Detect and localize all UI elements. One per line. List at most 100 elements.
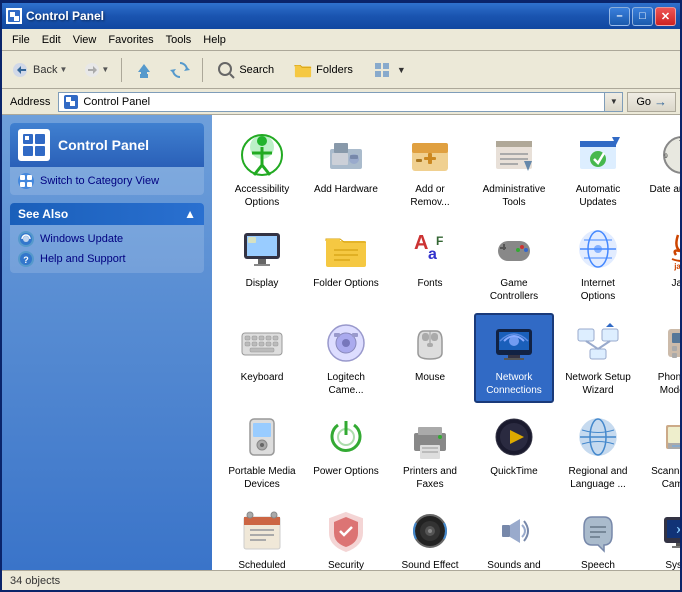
icon-label-logitech: Logitech Came... [312,371,380,397]
svg-text:java: java [673,262,680,271]
scheduledtasks-icon [238,507,286,555]
icon-item-quicktime[interactable]: QuickTime [474,407,554,497]
sidebar-seealso-title: See Also [18,207,68,221]
menu-favorites[interactable]: Favorites [102,32,159,48]
svg-text:A: A [414,232,428,254]
back-label: Back [33,64,57,76]
icon-item-speech[interactable]: Speech [558,501,638,570]
menu-edit[interactable]: Edit [36,32,67,48]
back-button[interactable]: Back ▼ [6,56,74,84]
forward-button[interactable]: ▼ [76,56,116,84]
icon-item-system[interactable]: XP System [642,501,680,570]
sounds-icon [490,507,538,555]
icon-item-portablemedia[interactable]: Portable Media Devices [222,407,302,497]
folders-icon [294,61,312,79]
main-area: Control Panel Switch to Category Vi [2,115,680,570]
up-button[interactable] [127,56,161,84]
icon-label-autoupdate: Automatic Updates [564,183,632,209]
close-button[interactable]: ✕ [655,7,676,26]
windows-update-link[interactable]: Windows Update [18,231,196,247]
go-label: Go [636,96,651,108]
hardware-icon [322,131,370,179]
windows-update-label: Windows Update [40,233,123,245]
icon-item-networksetup[interactable]: Network Setup Wizard [558,313,638,403]
icon-item-accessibility[interactable]: Accessibility Options [222,125,302,215]
icon-label-speech: Speech [581,559,615,570]
icon-item-gamecontrollers[interactable]: Game Controllers [474,219,554,309]
icon-item-fonts[interactable]: A a F Fonts [390,219,470,309]
icon-item-keyboard[interactable]: Keyboard [222,313,302,403]
logitech-icon [322,319,370,367]
icon-item-folderoptions[interactable]: Folder Options [306,219,386,309]
menu-bar: File Edit View Favorites Tools Help [2,29,680,51]
icon-label-folderoptions: Folder Options [313,277,379,290]
views-button[interactable]: ▼ [364,56,415,84]
icon-item-autoupdate[interactable]: Automatic Updates [558,125,638,215]
icon-label-phonemodem: Phone and Modem ... [648,371,680,397]
autoupdate-icon [574,131,622,179]
icon-label-fonts: Fonts [417,277,442,290]
icon-item-mouse[interactable]: Mouse [390,313,470,403]
icon-item-datetime[interactable]: 12 3 6 9 Date and Time [642,125,680,215]
icon-item-scanners[interactable]: Scanners and Cameras [642,407,680,497]
address-dropdown-button[interactable]: ▼ [605,92,623,112]
icon-item-scheduledtasks[interactable]: Scheduled Tasks [222,501,302,570]
sidebar-seealso-section: See Also ▲ Windows Update [10,203,204,273]
menu-file[interactable]: File [6,32,36,48]
menu-view[interactable]: View [67,32,103,48]
icon-item-soundeffect[interactable]: Sound Effect Manager [390,501,470,570]
accessibility-icon [238,131,286,179]
icon-item-sounds[interactable]: Sounds and Audio Devices [474,501,554,570]
icon-label-accessibility: Accessibility Options [228,183,296,209]
search-button[interactable]: Search [208,56,283,84]
icon-item-logitech[interactable]: Logitech Came... [306,313,386,403]
fonts-icon: A a F [406,225,454,273]
window-controls: – □ ✕ [609,7,676,26]
icon-item-phonemodem[interactable]: Phone and Modem ... [642,313,680,403]
display-icon [238,225,286,273]
refresh-button[interactable] [163,56,197,84]
icon-item-display[interactable]: Display [222,219,302,309]
menu-help[interactable]: Help [197,32,232,48]
address-input[interactable]: Control Panel [58,92,605,112]
gamecontrollers-icon [490,225,538,273]
icon-label-networksetup: Network Setup Wizard [564,371,632,397]
poweroptions-icon [322,413,370,461]
icon-label-portablemedia: Portable Media Devices [228,465,296,491]
icon-item-internetoptions[interactable]: Internet Options [558,219,638,309]
icon-item-regional[interactable]: Regional and Language ... [558,407,638,497]
sidebar-seealso-chevron: ▲ [184,207,196,221]
views-icon [373,61,393,79]
window-icon [6,8,22,24]
icon-item-admintools[interactable]: Administrative Tools [474,125,554,215]
switch-category-link[interactable]: Switch to Category View [18,173,196,189]
icon-item-java[interactable]: java Java [642,219,680,309]
icon-item-securitycenter[interactable]: Security Center [306,501,386,570]
icon-item-networkconn[interactable]: Network Connections [474,313,554,403]
folders-button[interactable]: Folders [285,56,362,84]
search-icon [217,61,235,79]
icon-label-display: Display [246,277,279,290]
go-button[interactable]: Go → [627,92,676,112]
forward-dropdown-arrow: ▼ [101,65,109,74]
status-text: 34 objects [10,575,60,587]
forward-icon [83,62,101,78]
icon-item-hardware[interactable]: Add Hardware [306,125,386,215]
address-value: Control Panel [83,96,150,108]
icon-item-poweroptions[interactable]: Power Options [306,407,386,497]
icon-label-system: System [665,559,680,570]
icon-item-addremove[interactable]: Add or Remov... [390,125,470,215]
sidebar-cp-section: Control Panel Switch to Category Vi [10,123,204,195]
help-support-link[interactable]: ? Help and Support [18,251,196,267]
toolbar-separator-2 [202,58,203,82]
minimize-button[interactable]: – [609,7,630,26]
icon-label-internetoptions: Internet Options [564,277,632,303]
soundeffect-icon [406,507,454,555]
menu-tools[interactable]: Tools [160,32,198,48]
icon-label-networkconn: Network Connections [480,371,548,397]
maximize-button[interactable]: □ [632,7,653,26]
icon-item-printers[interactable]: Printers and Faxes [390,407,470,497]
icon-label-scheduledtasks: Scheduled Tasks [228,559,296,570]
back-dropdown-arrow: ▼ [59,65,67,74]
phonemodem-icon [658,319,680,367]
